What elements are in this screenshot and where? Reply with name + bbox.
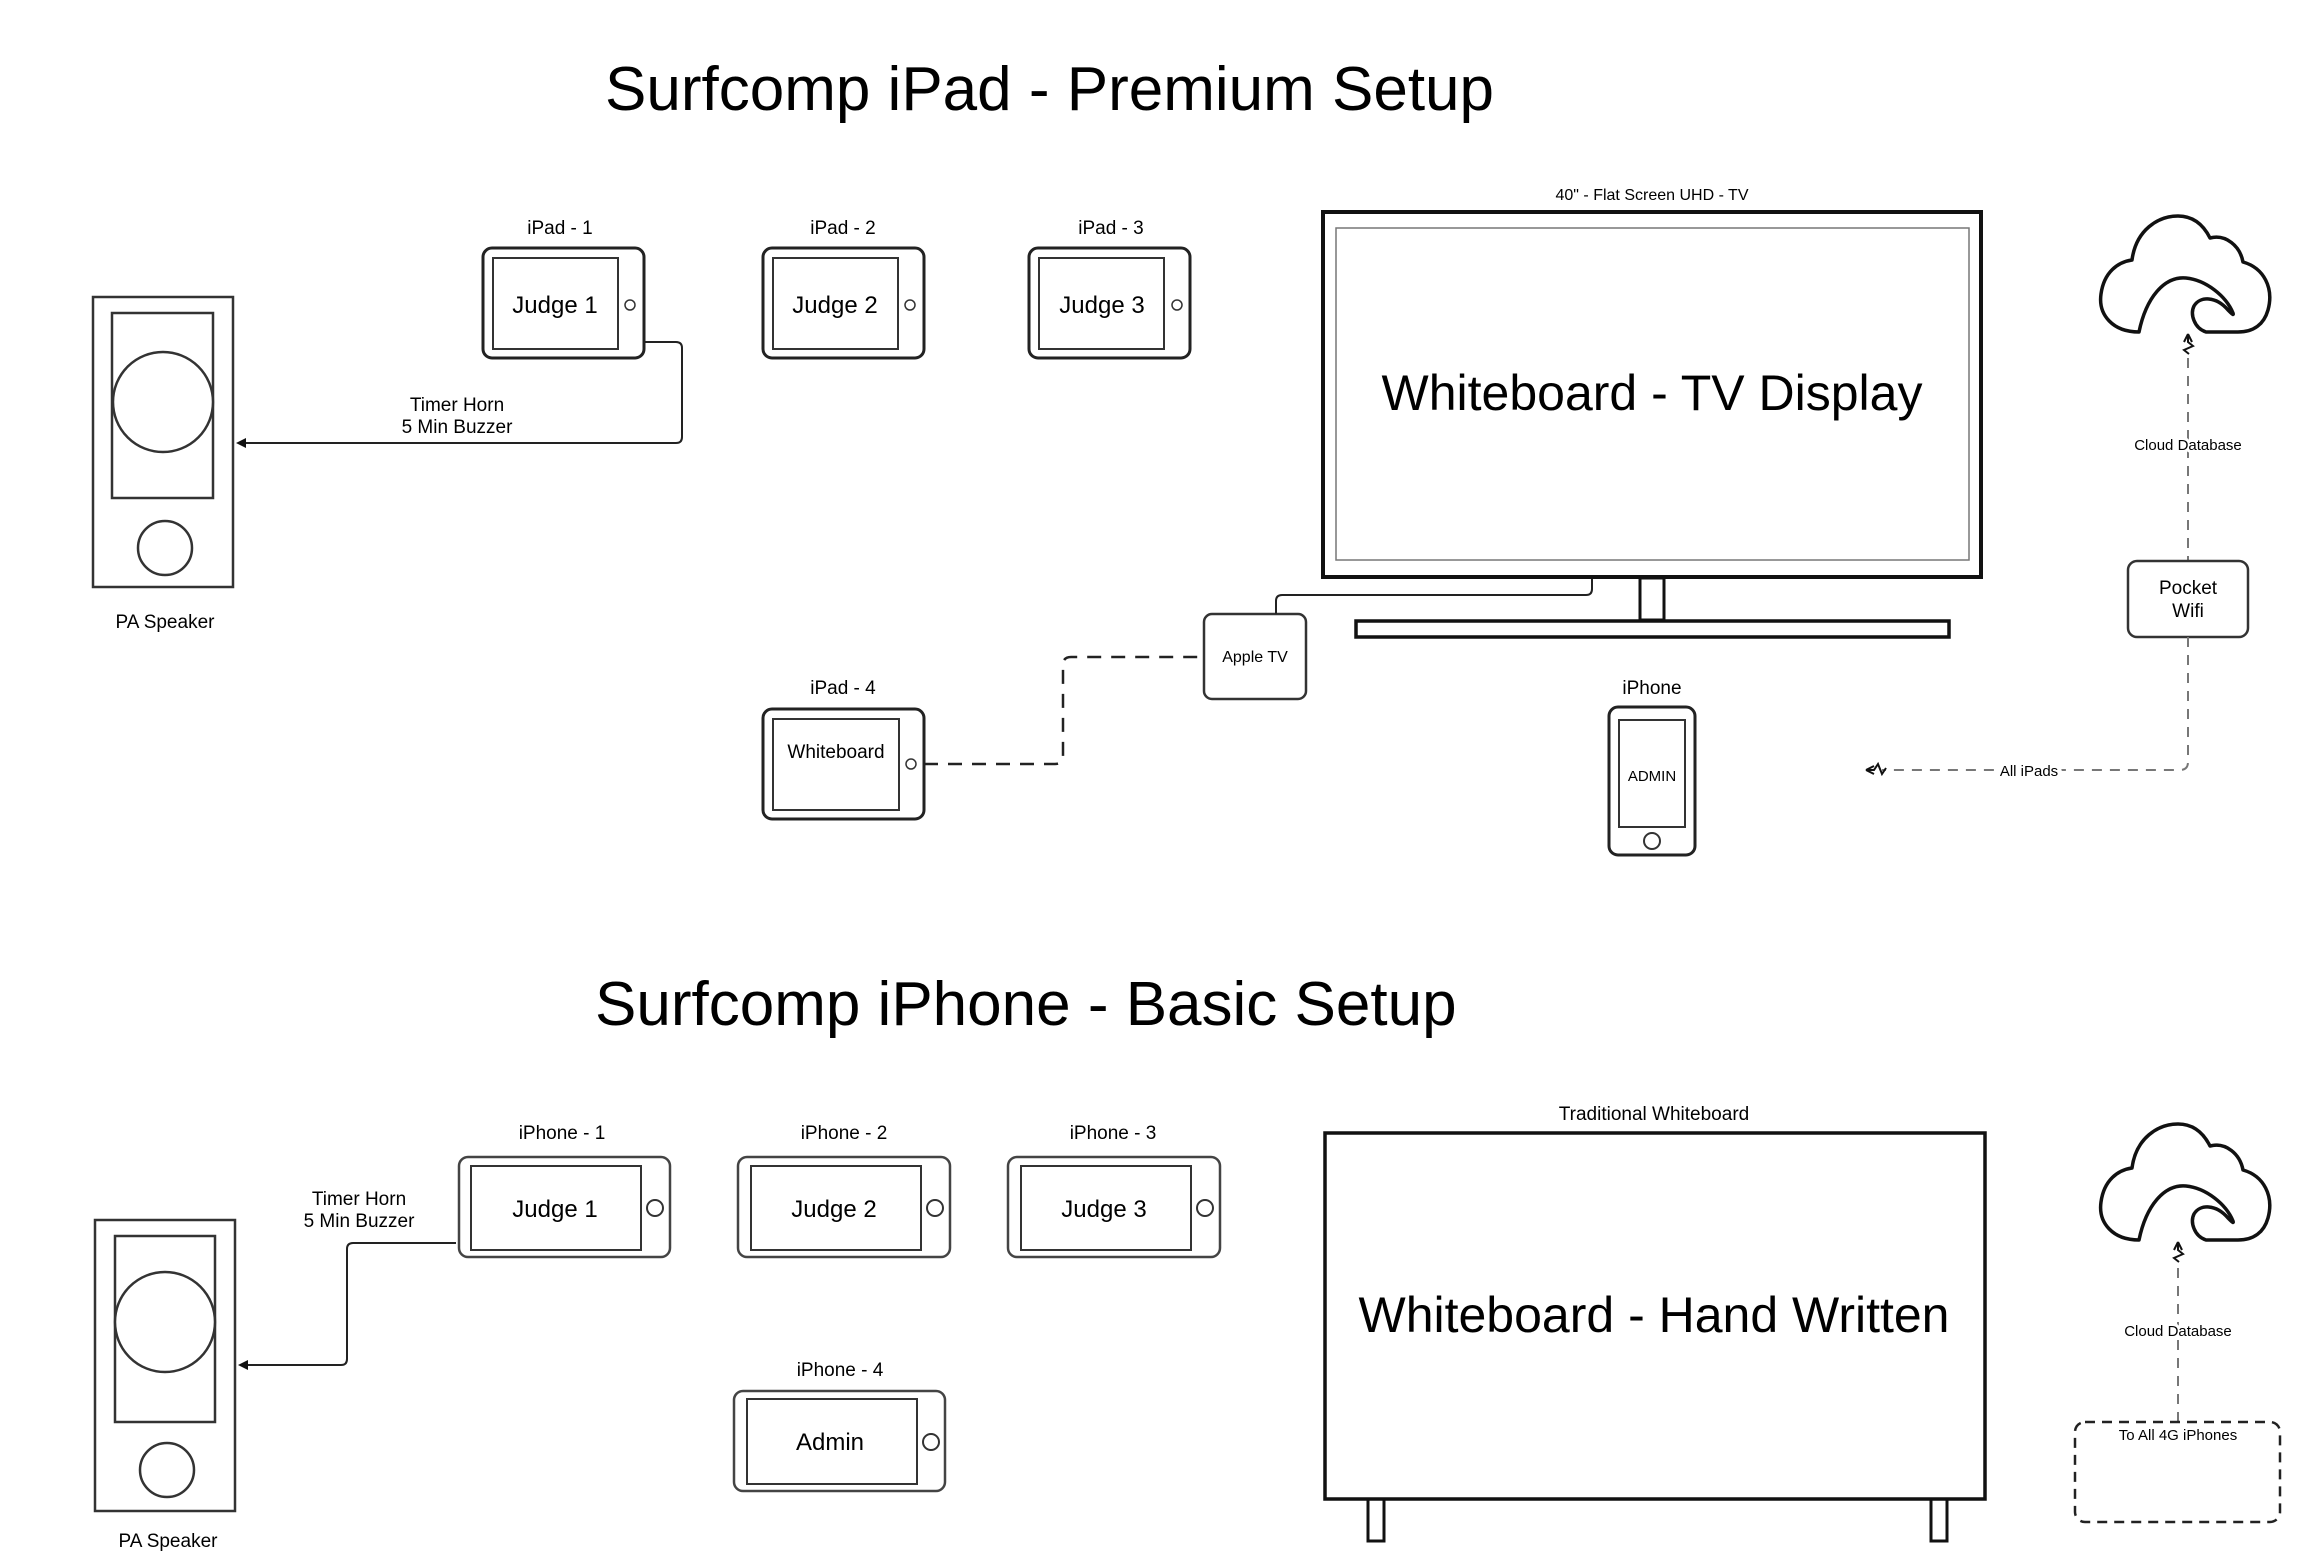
- pocket-wifi-box[interactable]: [2126, 559, 2250, 639]
- ipad-3-screen-text: Judge 3: [1059, 292, 1144, 319]
- basic-title: Surfcomp iPhone - Basic Setup: [595, 970, 1457, 1039]
- iphone-screen-text: ADMIN: [1628, 768, 1676, 785]
- home-button-icon: [1196, 1199, 1214, 1217]
- timer-horn-label-2: Timer Horn: [312, 1189, 406, 1210]
- iphone-label: iPhone: [1622, 678, 1681, 699]
- iphone-3-label: iPhone - 3: [1070, 1123, 1157, 1144]
- whiteboard-label: Traditional Whiteboard: [1559, 1104, 1749, 1125]
- cloud-database-2-label: Cloud Database: [2124, 1323, 2232, 1340]
- iphone-2-screen-text: Judge 2: [791, 1196, 876, 1223]
- ipad-2-screen-text: Judge 2: [792, 292, 877, 319]
- ipad-1-label: iPad - 1: [527, 218, 592, 239]
- timer-horn-label: Timer Horn: [410, 395, 504, 416]
- diagram-canvas: Surfcomp iPad - Premium Setup PA Speaker…: [91, 55, 2282, 1552]
- ipad-2-label: iPad - 2: [810, 218, 875, 239]
- timer-buzzer-label: 5 Min Buzzer: [402, 417, 514, 438]
- cloud-database-icon[interactable]: [2098, 214, 2272, 334]
- hdmi-wire: [1275, 578, 1593, 614]
- tv-label: 40" - Flat Screen UHD - TV: [1556, 187, 1749, 204]
- iphone-4-screen-text: Admin: [796, 1429, 864, 1456]
- home-button-icon: [905, 758, 917, 770]
- iphone-4-label: iPhone - 4: [797, 1360, 884, 1381]
- pa-speaker-2-icon[interactable]: [93, 1218, 237, 1513]
- all-ipads-label: All iPads: [2000, 763, 2058, 780]
- timer-buzzer-label-2: 5 Min Buzzer: [304, 1211, 416, 1232]
- home-button-icon: [1171, 299, 1183, 311]
- tv-screen-text: Whiteboard - TV Display: [1382, 365, 1923, 421]
- ipad-4-label: iPad - 4: [810, 678, 876, 699]
- iphone-1-label: iPhone - 1: [519, 1123, 606, 1144]
- airplay-dashed-link: [924, 655, 1202, 766]
- basic-section: Surfcomp iPhone - Basic Setup PA Speaker…: [93, 970, 2282, 1552]
- ipad-1-screen-text: Judge 1: [512, 292, 597, 319]
- pa-speaker-2-label: PA Speaker: [119, 1531, 219, 1552]
- iphone-1-screen-text: Judge 1: [512, 1196, 597, 1223]
- cloud-link-2-zigzag-icon: [2172, 1241, 2185, 1263]
- timer-horn-wire-2: [238, 1242, 456, 1370]
- premium-title: Surfcomp iPad - Premium Setup: [605, 55, 1494, 124]
- pocket-wifi-label-1: Pocket: [2159, 578, 2218, 599]
- all-iphones-label: To All 4G iPhones: [2119, 1427, 2237, 1444]
- home-button-icon: [1643, 832, 1661, 850]
- whiteboard-text: Whiteboard - Hand Written: [1359, 1287, 1950, 1343]
- home-button-icon: [904, 299, 916, 311]
- pa-speaker-label: PA Speaker: [116, 612, 216, 633]
- premium-section: Surfcomp iPad - Premium Setup PA Speaker…: [91, 55, 2272, 857]
- cloud-link-zigzag-icon: [2182, 333, 2195, 355]
- tv-display[interactable]: [1321, 210, 1983, 639]
- home-button-icon: [926, 1199, 944, 1217]
- ipad-4-screen-text: Whiteboard: [787, 742, 884, 763]
- home-button-icon: [646, 1199, 664, 1217]
- home-button-icon: [922, 1433, 940, 1451]
- iphone-3-screen-text: Judge 3: [1061, 1196, 1146, 1223]
- pocket-wifi-label-2: Wifi: [2172, 601, 2204, 622]
- pa-speaker-icon[interactable]: [91, 295, 235, 589]
- ipad-3-label: iPad - 3: [1078, 218, 1143, 239]
- wifi-ipads-dashed-link: [1882, 637, 2189, 771]
- ipad-4-device[interactable]: [761, 707, 926, 821]
- apple-tv-label: Apple TV: [1222, 649, 1288, 666]
- cloud-database-2-icon[interactable]: [2098, 1122, 2272, 1242]
- cloud-database-label: Cloud Database: [2134, 437, 2242, 454]
- home-button-icon: [624, 299, 636, 311]
- iphone-2-label: iPhone - 2: [801, 1123, 888, 1144]
